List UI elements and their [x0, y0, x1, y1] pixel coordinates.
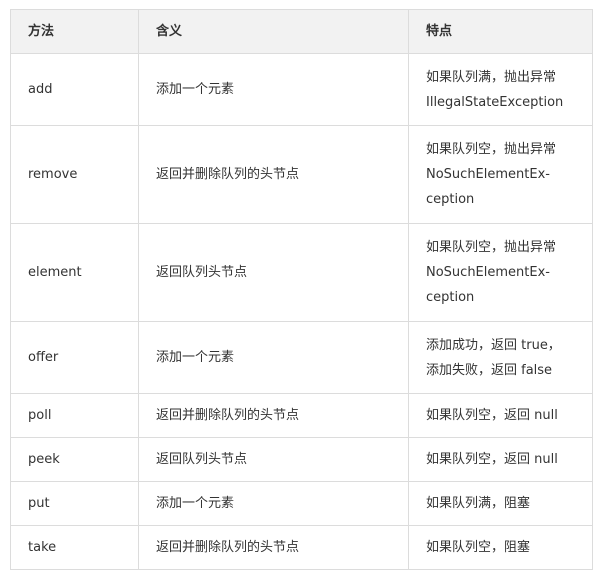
feature-line: NoSuchElementEx-	[426, 167, 550, 182]
method-cell: offer	[10, 321, 139, 394]
feature-cell: 如果队列空，阻塞	[408, 525, 593, 570]
feature-line: IllegalStateException	[426, 94, 564, 110]
method-cell: remove	[10, 125, 139, 224]
meaning-cell: 添加一个元素	[138, 481, 409, 526]
feature-line: 如果队列空，返回 null	[426, 408, 558, 423]
queue-methods-table: 方法 含义 特点 add 添加一个元素 如果队列满，抛出异常 IllegalSt…	[10, 9, 593, 570]
table-row: poll 返回并删除队列的头节点 如果队列空，返回 null	[10, 393, 593, 438]
header-method: 方法	[10, 9, 139, 54]
meaning-cell: 返回并删除队列的头节点	[138, 125, 409, 224]
feature-line: ception	[426, 290, 475, 305]
feature-cell: 如果队列空，返回 null	[408, 393, 593, 438]
meaning-cell: 返回队列头节点	[138, 223, 409, 322]
meaning-cell: 添加一个元素	[138, 53, 409, 126]
table-row: element 返回队列头节点 如果队列空，抛出异常 NoSuchElement…	[10, 223, 593, 322]
feature-cell: 添加成功，返回 true， 添加失败，返回 false	[408, 321, 593, 394]
feature-cell: 如果队列空，抛出异常 NoSuchElementEx- ception	[408, 125, 593, 224]
feature-cell: 如果队列空，返回 null	[408, 437, 593, 482]
method-cell: take	[10, 525, 139, 570]
feature-line: 如果队列空，返回 null	[426, 452, 558, 467]
feature-cell: 如果队列满，抛出异常 IllegalStateException	[408, 53, 593, 126]
meaning-cell: 返回并删除队列的头节点	[138, 525, 409, 570]
feature-line: 如果队列满，阻塞	[426, 496, 531, 511]
header-feature: 特点	[408, 9, 593, 54]
feature-line: 如果队列空，阻塞	[426, 540, 531, 555]
feature-line: 添加成功，返回 true，	[426, 337, 561, 353]
table-row: offer 添加一个元素 添加成功，返回 true， 添加失败，返回 false	[10, 321, 593, 394]
header-meaning: 含义	[138, 9, 409, 54]
meaning-cell: 添加一个元素	[138, 321, 409, 394]
meaning-cell: 返回队列头节点	[138, 437, 409, 482]
feature-line: ception	[426, 192, 475, 207]
feature-cell: 如果队列空，抛出异常 NoSuchElementEx- ception	[408, 223, 593, 322]
method-cell: put	[10, 481, 139, 526]
table-row: peek 返回队列头节点 如果队列空，返回 null	[10, 437, 593, 482]
table-row: put 添加一个元素 如果队列满，阻塞	[10, 481, 593, 526]
method-cell: poll	[10, 393, 139, 438]
feature-line: 如果队列空，抛出异常	[426, 142, 557, 157]
table-row: take 返回并删除队列的头节点 如果队列空，阻塞	[10, 525, 593, 570]
table-header-row: 方法 含义 特点	[10, 9, 593, 54]
method-cell: element	[10, 223, 139, 322]
method-cell: peek	[10, 437, 139, 482]
feature-line: 如果队列满，抛出异常	[426, 69, 557, 85]
feature-line: NoSuchElementEx-	[426, 265, 550, 280]
method-cell: add	[10, 53, 139, 126]
feature-line: 如果队列空，抛出异常	[426, 240, 557, 255]
feature-line: 添加失败，返回 false	[426, 362, 553, 378]
meaning-cell: 返回并删除队列的头节点	[138, 393, 409, 438]
table-row: add 添加一个元素 如果队列满，抛出异常 IllegalStateExcept…	[10, 53, 593, 126]
table-row: remove 返回并删除队列的头节点 如果队列空，抛出异常 NoSuchElem…	[10, 125, 593, 224]
feature-cell: 如果队列满，阻塞	[408, 481, 593, 526]
